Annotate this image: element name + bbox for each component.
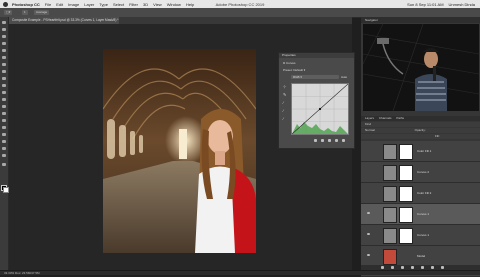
lasso-tool-icon[interactable] [2, 35, 6, 38]
layer-thumbnail [383, 249, 397, 265]
layers-tabs: Layers Channels Paths [361, 116, 480, 121]
layer-name: Curves 1 [417, 233, 430, 237]
eyedropper-tool-icon[interactable] [2, 56, 6, 59]
add-mask-icon[interactable] [401, 266, 404, 269]
quick-select-tool-icon[interactable] [2, 42, 6, 45]
layer-mask-thumbnail[interactable] [399, 144, 413, 160]
document-canvas[interactable] [103, 49, 256, 253]
layer-mask-thumbnail[interactable] [399, 165, 413, 181]
tab-paths[interactable]: Paths [396, 116, 404, 120]
adjustment-layer-icon[interactable] [411, 266, 414, 269]
curves-histogram [292, 84, 348, 134]
layer-filter-row[interactable]: Kind [361, 122, 480, 127]
blend-mode-row[interactable]: Normal Opacity: [361, 128, 480, 133]
white-point-eyedropper-icon[interactable]: ⁄ [283, 117, 288, 121]
healing-tool-icon[interactable] [2, 63, 6, 66]
properties-panel: Properties ⧉ Curves Preset: Default ▾ RG… [278, 52, 355, 149]
visibility-eye-icon[interactable] [367, 233, 370, 235]
document-tab[interactable]: Composite Example - PSHeartfelt.psd @ 33… [9, 17, 119, 24]
delete-icon[interactable] [342, 139, 345, 142]
auto-button[interactable]: Auto [341, 75, 347, 79]
layer-style-icon[interactable] [391, 266, 394, 269]
layer-name: Color Fill 2 [417, 191, 432, 195]
layer-thumbnail [383, 228, 397, 244]
navigator-tab[interactable]: Navigator [361, 17, 480, 23]
black-point-eyedropper-icon[interactable]: ⁄ [283, 101, 288, 105]
pencil-icon[interactable]: ✎ [283, 93, 288, 97]
path-select-tool-icon[interactable] [2, 133, 6, 136]
reset-icon[interactable] [328, 139, 331, 142]
clock[interactable]: Sun 8 Sep 11:01 AM [407, 2, 443, 7]
layer-thumbnail [383, 165, 397, 181]
layer-row[interactable]: Curves 1 [361, 225, 480, 246]
webcam-overlay [363, 24, 479, 111]
layer-row[interactable]: Curves 2 [361, 162, 480, 183]
visibility-eye-icon[interactable] [367, 212, 370, 214]
clip-to-layer-icon[interactable] [314, 139, 317, 142]
menu-bar: Photoshop CC File Edit Image Layer Type … [0, 0, 480, 8]
layer-name: Color Fill 1 [417, 149, 432, 153]
link-layers-icon[interactable] [381, 266, 384, 269]
new-group-icon[interactable] [421, 266, 424, 269]
history-brush-tool-icon[interactable] [2, 84, 6, 87]
visibility-icon[interactable] [335, 139, 338, 142]
gray-point-eyedropper-icon[interactable]: ⁄ [283, 109, 288, 113]
lock-row[interactable]: Fill: [361, 134, 480, 139]
layer-row-selected[interactable]: Curves 1 [361, 204, 480, 225]
point-edit-icon[interactable]: ⊹ [283, 85, 288, 89]
properties-title[interactable]: Properties [279, 53, 354, 58]
marquee-tool-icon[interactable] [2, 28, 6, 31]
visibility-eye-icon[interactable] [367, 254, 370, 256]
type-tool-icon[interactable] [2, 126, 6, 129]
curves-graph[interactable] [291, 83, 349, 135]
channel-select[interactable]: RGB ▾ [291, 75, 339, 79]
layer-name: Curves 1 [417, 212, 430, 216]
tab-layers[interactable]: Layers [365, 116, 374, 120]
layer-mask-thumbnail[interactable] [399, 207, 413, 223]
brush-tool-icon[interactable] [2, 70, 6, 73]
layer-row[interactable]: Color Fill 2 [361, 183, 480, 204]
view-previous-icon[interactable] [321, 139, 324, 142]
move-tool-icon[interactable] [2, 21, 6, 24]
gradient-tool-icon[interactable] [2, 98, 6, 101]
composite-image [103, 49, 256, 253]
sample-size-select[interactable]: 1 [22, 10, 28, 15]
layer-thumbnail [383, 186, 397, 202]
clone-stamp-tool-icon[interactable] [2, 77, 6, 80]
more-tools-icon[interactable] [2, 163, 6, 166]
layer-thumbnail [383, 144, 397, 160]
hand-tool-icon[interactable] [2, 147, 6, 150]
tool-preset-button[interactable]: ▢▾ [4, 10, 13, 15]
curves-section-label: ⧉ Curves [283, 61, 296, 65]
tools-panel [0, 17, 9, 270]
user-name[interactable]: Unmesh Dinda [449, 2, 475, 7]
pen-tool-icon[interactable] [2, 119, 6, 122]
shape-tool-icon[interactable] [2, 140, 6, 143]
layer-name: Model [417, 254, 426, 258]
dodge-tool-icon[interactable] [2, 112, 6, 115]
status-bar: 33.33% Doc: 23.5M/47.5M [0, 270, 480, 275]
layer-row[interactable]: Color Fill 1 [361, 141, 480, 162]
right-panel: Navigator Layers Channels Paths Kind Nor… [361, 17, 480, 277]
new-layer-icon[interactable] [431, 266, 434, 269]
crop-tool-icon[interactable] [2, 49, 6, 52]
trash-icon[interactable] [441, 266, 444, 269]
presenter-video [363, 24, 479, 111]
mode-select[interactable]: Average [34, 10, 50, 15]
tab-channels[interactable]: Channels [379, 116, 392, 120]
blur-tool-icon[interactable] [2, 105, 6, 108]
eraser-tool-icon[interactable] [2, 91, 6, 94]
layer-name: Curves 2 [417, 170, 430, 174]
preset-label: Preset: Default ▾ [283, 68, 306, 72]
layer-thumbnail [383, 207, 397, 223]
layer-mask-thumbnail[interactable] [399, 186, 413, 202]
zoom-tool-icon[interactable] [2, 154, 6, 157]
layer-mask-thumbnail[interactable] [399, 228, 413, 244]
